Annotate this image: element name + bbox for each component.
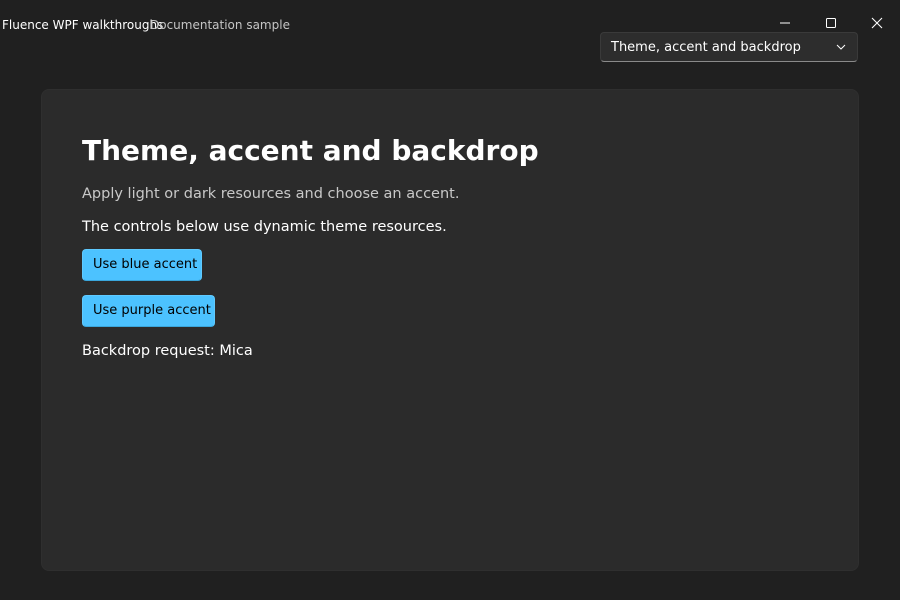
minimize-icon: [780, 22, 790, 24]
close-icon: [871, 17, 883, 29]
content-card: Theme, accent and backdrop Apply light o…: [41, 89, 859, 571]
app-window: Fluence WPF walkthroughs Documentation s…: [0, 0, 900, 600]
page-title: Theme, accent and backdrop: [82, 134, 539, 167]
page-subtitle: Apply light or dark resources and choose…: [82, 186, 460, 202]
close-button[interactable]: [854, 0, 900, 46]
app-title: Fluence WPF walkthroughs: [2, 18, 164, 32]
app-subtitle: Documentation sample: [150, 18, 290, 32]
title-bar[interactable]: Fluence WPF walkthroughs Documentation s…: [0, 0, 900, 62]
page-selector-value: Theme, accent and backdrop: [611, 40, 801, 55]
use-purple-accent-button[interactable]: Use purple accent: [82, 295, 215, 327]
page-description: The controls below use dynamic theme res…: [82, 219, 447, 235]
backdrop-status: Backdrop request: Mica: [82, 343, 253, 359]
use-blue-accent-button[interactable]: Use blue accent: [82, 249, 202, 281]
chevron-down-icon: [836, 44, 846, 50]
maximize-icon: [826, 18, 836, 28]
page-selector-dropdown[interactable]: Theme, accent and backdrop: [600, 32, 858, 62]
